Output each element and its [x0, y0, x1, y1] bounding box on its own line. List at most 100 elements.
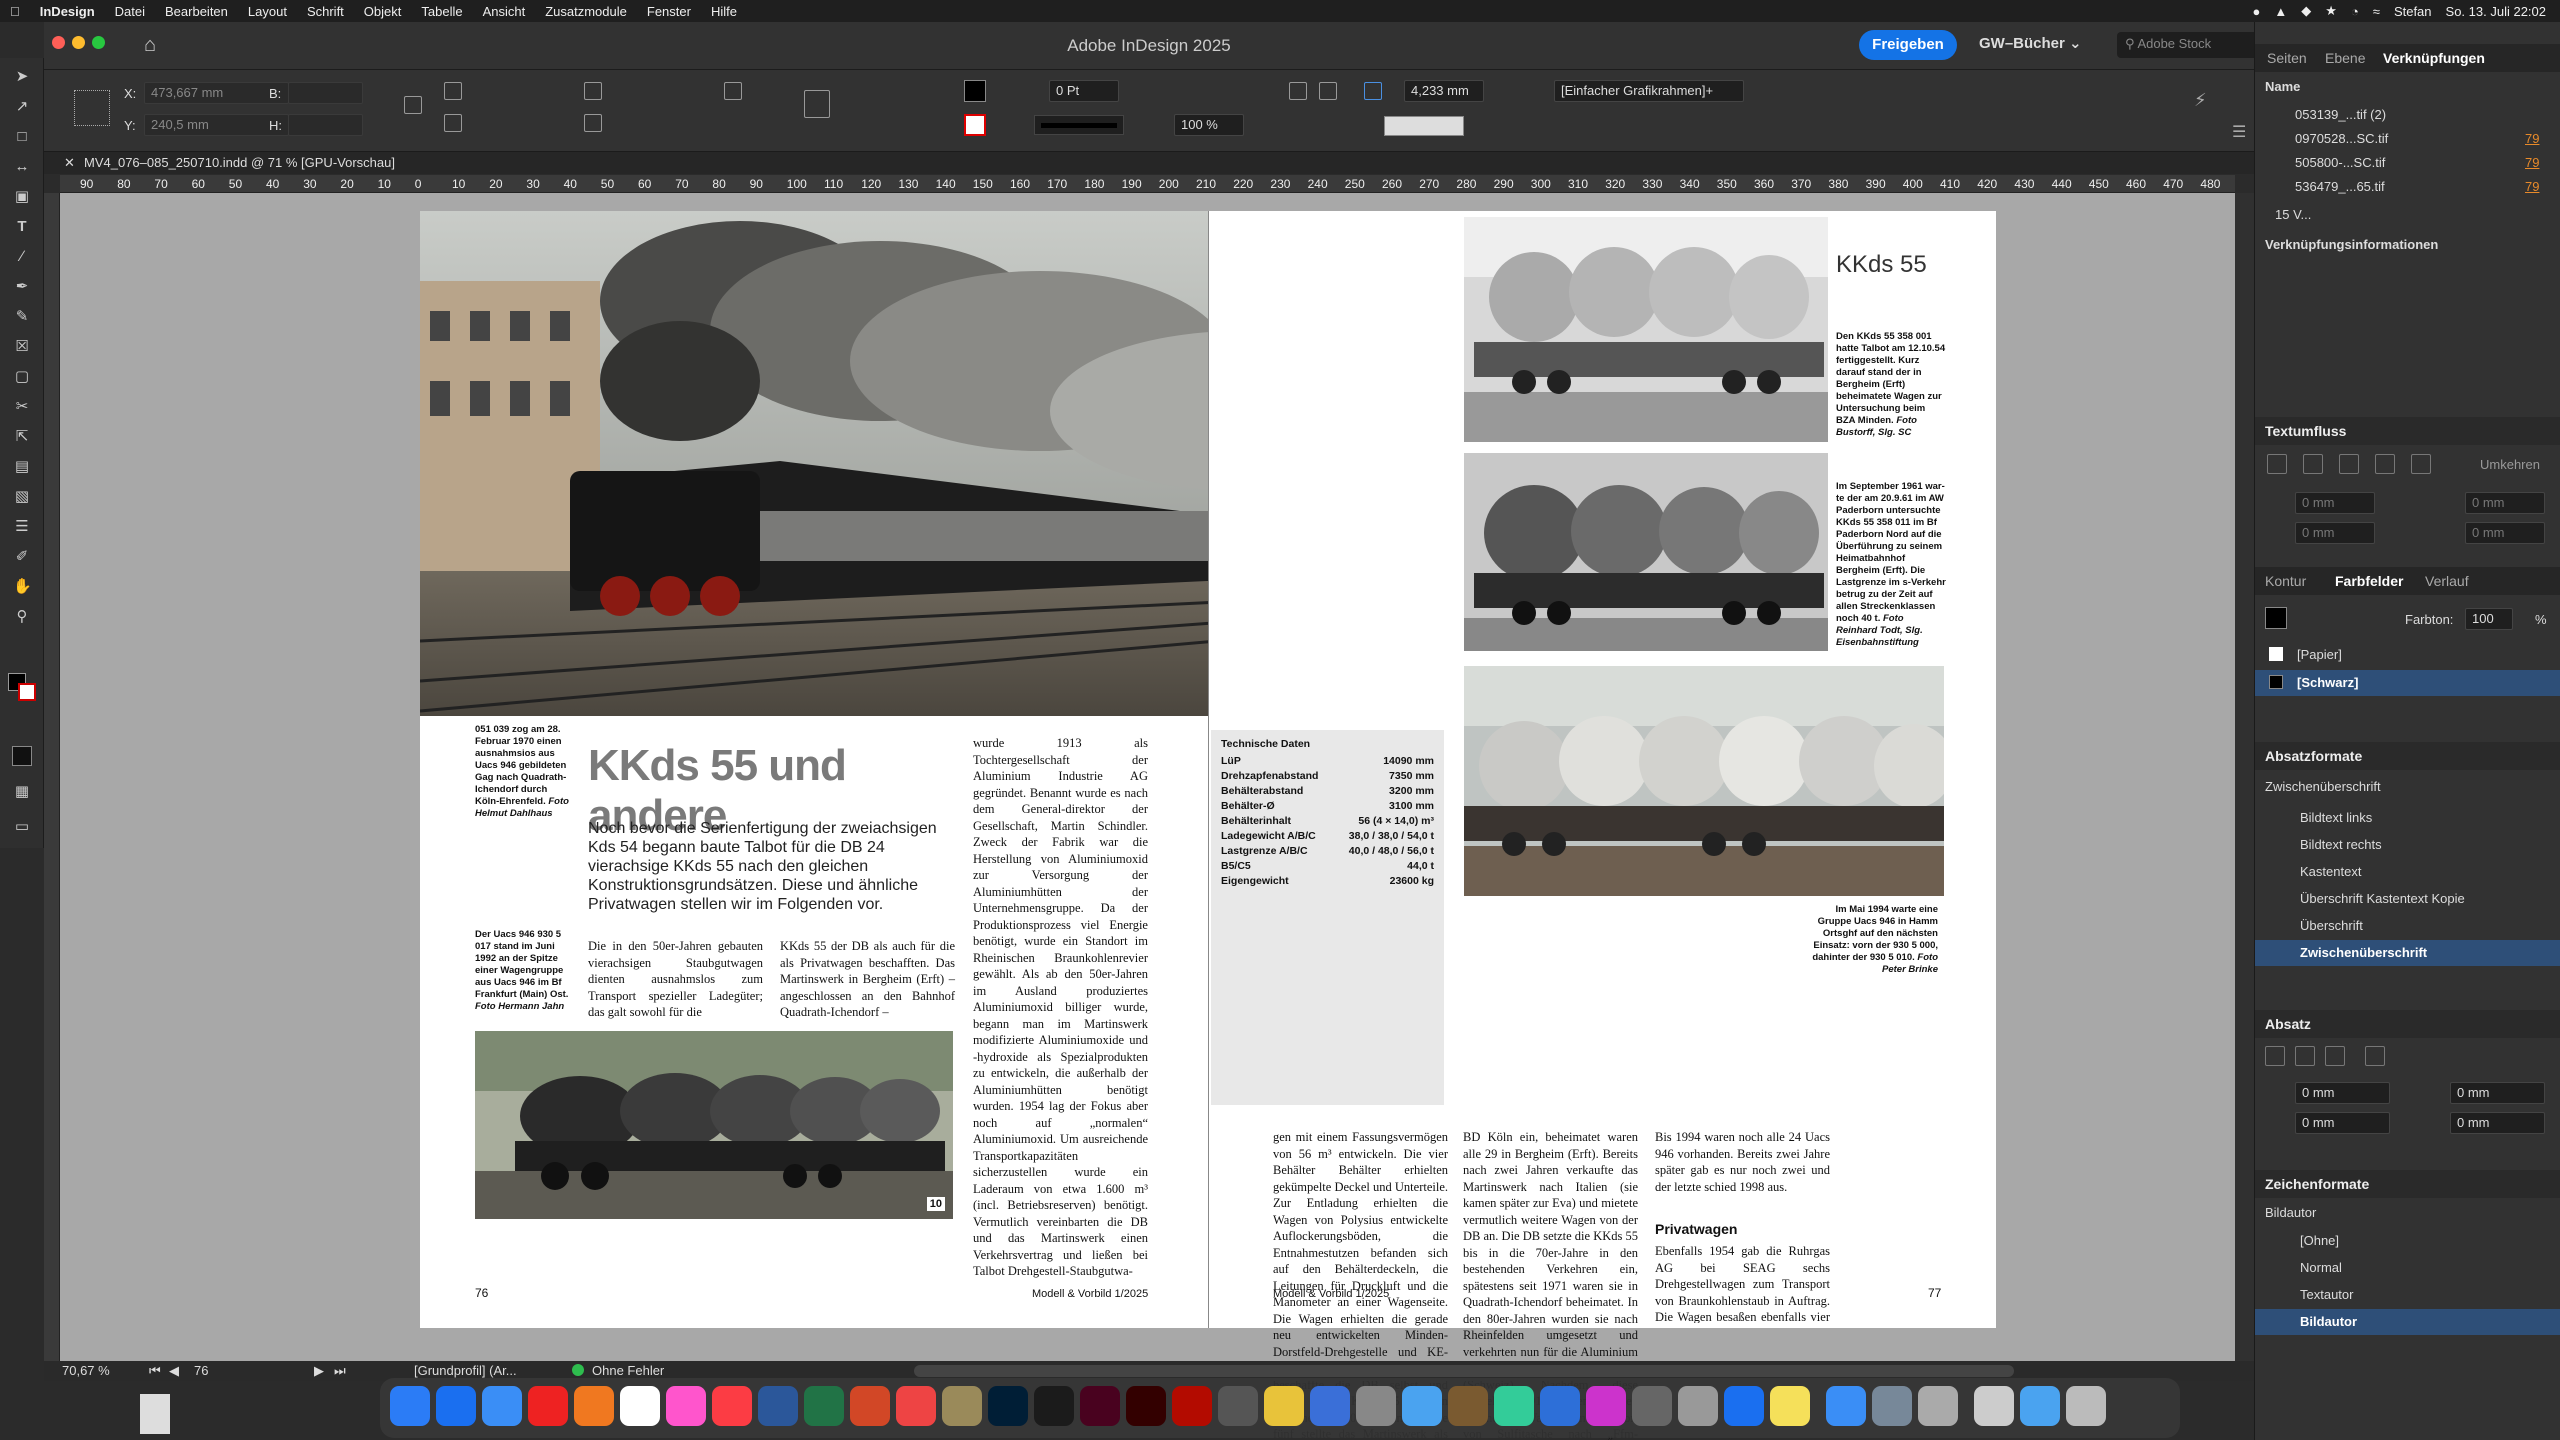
tab-pages[interactable]: Seiten — [2267, 50, 2307, 66]
justify-icon[interactable] — [2365, 1046, 2385, 1066]
finder-icon[interactable] — [390, 1386, 430, 1426]
tint-field[interactable]: 100 — [2465, 608, 2513, 630]
right-indent-field[interactable]: 0 mm — [2450, 1082, 2545, 1104]
acrobat-icon[interactable] — [1172, 1386, 1212, 1426]
align-right-icon[interactable] — [2325, 1046, 2345, 1066]
opera-icon[interactable] — [528, 1386, 568, 1426]
preflight-status[interactable]: Ohne Fehler — [592, 1363, 664, 1378]
next-page-icon[interactable]: ▶ — [314, 1363, 324, 1379]
swatch-fill[interactable] — [2265, 607, 2287, 629]
link-row[interactable]: 053139_...tif (2) — [2255, 102, 2560, 128]
zoom-level-field[interactable]: 70,67 % — [62, 1363, 110, 1378]
pencil-tool-icon[interactable]: ✎ — [13, 308, 31, 326]
app-icon[interactable] — [896, 1386, 936, 1426]
wrap-bottom-offset[interactable]: 0 mm — [2295, 522, 2375, 544]
photo-caption-r2[interactable]: Im September 1961 war-te der am 20.9.61 … — [1836, 481, 1946, 649]
link-row[interactable]: 0970528...SC.tif 79 — [2255, 126, 2560, 152]
char-styles-title[interactable]: Zeichenformate — [2255, 1170, 2560, 1198]
current-char-style[interactable]: Bildautor — [2255, 1200, 2560, 1226]
opacity-field[interactable]: 100 % — [1174, 114, 1244, 136]
first-page-icon[interactable]: ⏮ — [149, 1363, 161, 1379]
menu-app[interactable]: InDesign — [30, 4, 105, 19]
status-icon[interactable]: ● — [2253, 4, 2261, 19]
page-tool-icon[interactable]: □ — [13, 128, 31, 146]
share-button[interactable]: Freigeben — [1859, 30, 1957, 60]
app-store-icon[interactable] — [436, 1386, 476, 1426]
notes-icon[interactable] — [1770, 1386, 1810, 1426]
app-icon[interactable] — [1264, 1386, 1304, 1426]
photo-kkds-358011[interactable] — [1464, 453, 1828, 651]
hand-tool-icon[interactable]: ✋ — [13, 578, 32, 596]
current-para-style[interactable]: Zwischenüberschrift — [2255, 774, 2560, 800]
menu-item[interactable]: Fenster — [637, 4, 701, 19]
wrap-top-offset[interactable]: 0 mm — [2295, 492, 2375, 514]
stroke-color-swatch[interactable] — [18, 683, 36, 701]
char-style-item[interactable]: Normal — [2255, 1255, 2560, 1281]
swatch-black[interactable]: [Schwarz] — [2255, 670, 2560, 696]
first-line-indent-field[interactable]: 0 mm — [2295, 1112, 2390, 1134]
menu-item[interactable]: Layout — [238, 4, 297, 19]
rectangle-frame-icon[interactable]: ☒ — [13, 338, 31, 356]
menu-item[interactable]: Schrift — [297, 4, 354, 19]
menu-item[interactable]: Objekt — [354, 4, 412, 19]
rotate-icon[interactable] — [584, 82, 602, 100]
illustrator-icon[interactable] — [1126, 1386, 1166, 1426]
menu-clock[interactable]: So. 13. Juli 22:02 — [2446, 4, 2546, 19]
page-77[interactable]: Technische Daten LüP 14090 mm Drehzapfenab… — [1208, 211, 1996, 1440]
para-style-item[interactable]: Überschrift — [2255, 913, 2560, 939]
article-lead[interactable]: Noch bevor die Serienfertigung der zweia… — [588, 819, 958, 914]
formatting-container-icon[interactable] — [12, 746, 32, 766]
scale-y-icon[interactable] — [444, 114, 462, 132]
app-icon[interactable] — [1540, 1386, 1580, 1426]
wrap-right-offset[interactable]: 0 mm — [2465, 522, 2545, 544]
app-icon[interactable] — [1678, 1386, 1718, 1426]
user-name[interactable]: Stefan — [2394, 4, 2432, 19]
note-tool-icon[interactable]: ☰ — [13, 518, 31, 536]
wrap-shape-icon[interactable] — [2339, 454, 2359, 474]
pen-tool-icon[interactable]: ✒ — [13, 278, 31, 296]
tab-swatches[interactable]: Farbfelder — [2335, 573, 2403, 589]
stroke-swatch[interactable] — [964, 114, 986, 136]
scissors-icon[interactable]: ✂ — [13, 398, 31, 416]
last-page-icon[interactable]: ⏭ — [334, 1363, 346, 1379]
y-position-field[interactable]: 240,5 mm — [144, 114, 289, 136]
tab-layers[interactable]: Ebene — [2325, 50, 2365, 66]
content-collector-icon[interactable]: ▣ — [13, 188, 31, 206]
downloads-folder-icon[interactable] — [2020, 1386, 2060, 1426]
selection-tool-icon[interactable]: ➤ — [13, 68, 31, 86]
tab-stroke[interactable]: Kontur — [2265, 573, 2306, 589]
subhead-privatwagen[interactable]: Privatwagen — [1655, 1221, 1737, 1237]
tab-gradient[interactable]: Verlauf — [2425, 573, 2469, 589]
char-style-item-selected[interactable]: Bildautor — [2255, 1309, 2560, 1335]
link-row[interactable]: 505800-...SC.tif 79 — [2255, 150, 2560, 176]
type-tool-icon[interactable]: T — [13, 218, 31, 236]
char-style-item[interactable]: Textautor — [2255, 1282, 2560, 1308]
photo-caption-top[interactable]: 051 039 zog am 28. Februar 1970 einen au… — [475, 724, 570, 820]
panel-menu-icon[interactable]: ☰ — [2232, 122, 2246, 142]
prev-page-icon[interactable]: ◀ — [169, 1363, 179, 1379]
para-style-item[interactable]: Überschrift Kastentext Kopie — [2255, 886, 2560, 912]
close-tab-icon[interactable]: ✕ — [64, 155, 75, 171]
jump-column-icon[interactable] — [2411, 454, 2431, 474]
menu-item[interactable]: Zusatzmodule — [535, 4, 637, 19]
zoom-tool-icon[interactable]: ⚲ — [13, 608, 31, 626]
shear-icon[interactable] — [584, 114, 602, 132]
indesign-icon[interactable] — [1080, 1386, 1120, 1426]
left-indent-field[interactable]: 0 mm — [2295, 1082, 2390, 1104]
desktop-file-icon[interactable] — [140, 1394, 170, 1434]
vertical-scrollbar[interactable] — [2235, 193, 2254, 1363]
photo-caption-r3[interactable]: Im Mai 1994 warte eine Gruppe Uacs 946 i… — [1808, 904, 1938, 976]
gradient-icon[interactable]: ▤ — [13, 458, 31, 476]
para-style-item[interactable]: Kastentext — [2255, 859, 2560, 885]
view-mode-icon[interactable]: ▦ — [13, 783, 31, 801]
last-line-indent-field[interactable]: 0 mm — [2450, 1112, 2545, 1134]
status-icon[interactable]: ★ — [2325, 3, 2337, 19]
calendar-icon[interactable] — [620, 1386, 660, 1426]
trash-icon[interactable] — [2066, 1386, 2106, 1426]
vertical-ruler[interactable] — [44, 193, 60, 1363]
link-page[interactable]: 79 — [2525, 131, 2539, 146]
menu-item[interactable]: Tabelle — [411, 4, 472, 19]
link-info-header[interactable]: Verknüpfungsinformationen — [2255, 232, 2560, 258]
body-column-6a[interactable]: Bis 1994 waren noch alle 24 Uacs 946 vor… — [1655, 1129, 1830, 1195]
body-column-2[interactable]: KKds 55 der DB als auch für die als Priv… — [780, 938, 955, 1021]
